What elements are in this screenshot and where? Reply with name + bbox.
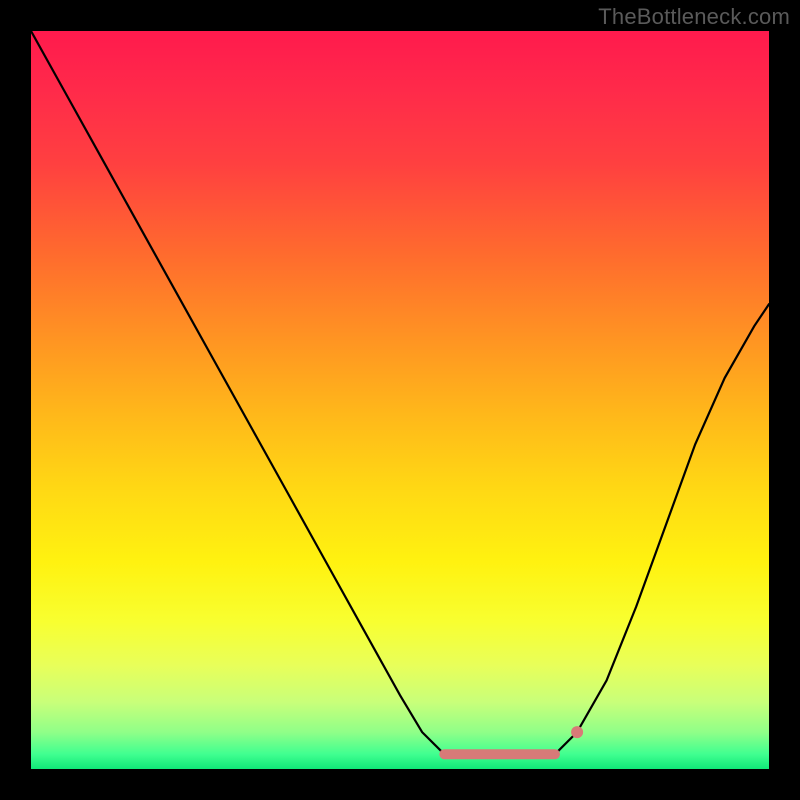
chart-frame: TheBottleneck.com [0, 0, 800, 800]
plot-area [31, 31, 769, 769]
watermark: TheBottleneck.com [598, 4, 790, 30]
